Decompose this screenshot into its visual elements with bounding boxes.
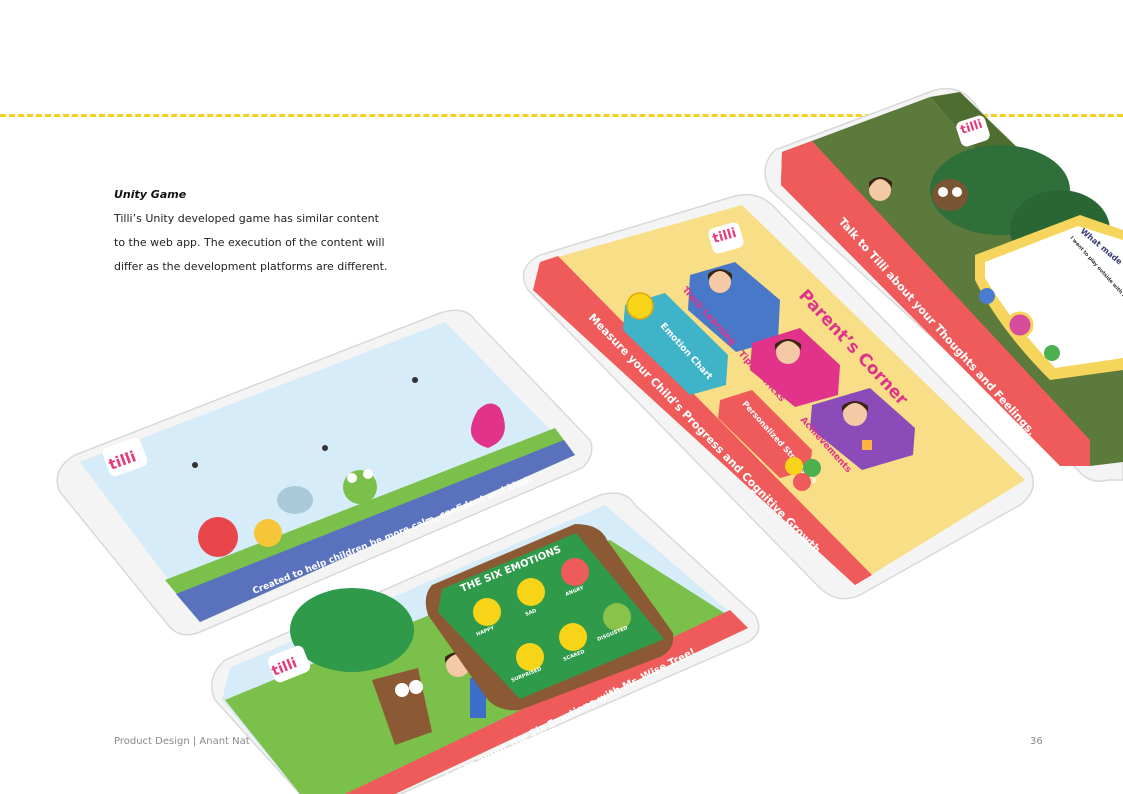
- footer-credit: Product Design | Anant Nat: [114, 736, 250, 747]
- check-icon[interactable]: [1044, 345, 1060, 361]
- refresh-icon[interactable]: [979, 288, 995, 304]
- angry-face-icon: [561, 558, 589, 586]
- happy-face-icon: [473, 598, 501, 626]
- flower-icon: [198, 517, 238, 557]
- gift-icon: [862, 440, 872, 450]
- owl-icon: [932, 179, 968, 211]
- sad-face-icon: [517, 578, 545, 606]
- scared-face-icon: [559, 623, 587, 651]
- tree-icon: [290, 588, 414, 672]
- microphone-icon[interactable]: [1006, 311, 1034, 339]
- smiley-icon: [626, 292, 654, 320]
- page-number: 36: [1030, 736, 1043, 747]
- phone-mockups: Talk to Tilli about your Thoughts and Fe…: [56, 87, 1123, 794]
